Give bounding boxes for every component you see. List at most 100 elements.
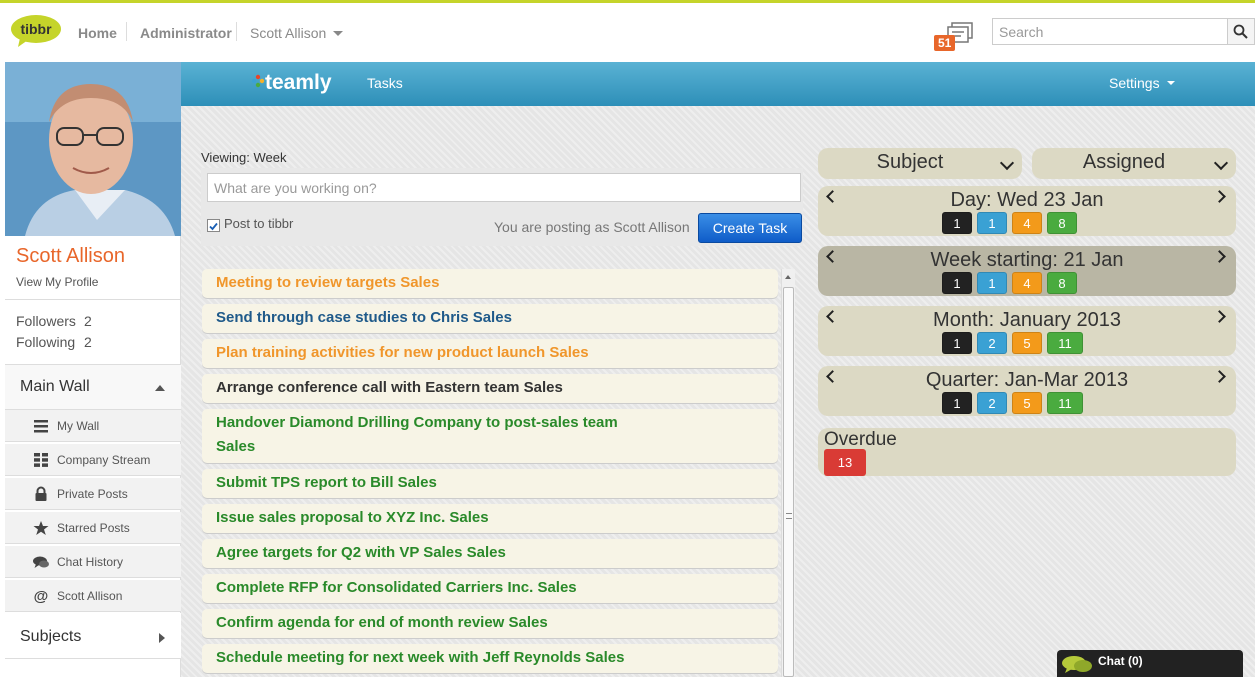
sidebar-item-my-wall[interactable]: My Wall xyxy=(5,410,181,442)
chat-label: Chat (0) xyxy=(1098,654,1143,668)
period-quarter[interactable]: Quarter: Jan-Mar 2013 1 2 5 11 xyxy=(818,366,1236,416)
posting-as-text: You are posting as Scott Allison xyxy=(494,219,690,235)
count-badge-green[interactable]: 8 xyxy=(1047,212,1077,234)
nav-home[interactable]: Home xyxy=(78,25,117,41)
teamly-header: teamly Tasks Settings xyxy=(181,62,1255,106)
notification-count-badge[interactable]: 51 xyxy=(934,35,956,51)
count-badge-green[interactable]: 11 xyxy=(1047,392,1083,414)
task-title[interactable]: Plan training activities for new product… xyxy=(216,341,656,365)
assigned-filter-dropdown[interactable]: Assigned xyxy=(1032,148,1236,179)
period-month[interactable]: Month: January 2013 1 2 5 11 xyxy=(818,306,1236,356)
search-icon xyxy=(1233,24,1248,39)
count-badge-orange[interactable]: 5 xyxy=(1012,332,1042,354)
sidebar-item-label: Company Stream xyxy=(57,453,151,467)
viewing-label: Viewing: Week xyxy=(201,150,287,165)
post-to-tibbr-label[interactable]: Post to tibbr xyxy=(224,216,293,231)
task-title[interactable]: Complete RFP for Consolidated Carriers I… xyxy=(216,576,656,600)
count-badge-green[interactable]: 8 xyxy=(1047,272,1077,294)
settings-menu[interactable]: Settings xyxy=(1109,75,1160,91)
task-compose-box: Post to tibbr You are posting as Scott A… xyxy=(201,168,803,246)
count-badge-orange[interactable]: 4 xyxy=(1012,272,1042,294)
task-title[interactable]: Submit TPS report to Bill Sales xyxy=(216,471,656,495)
overdue-section[interactable]: Overdue 13 xyxy=(818,428,1236,476)
task-title[interactable]: Issue sales proposal to XYZ Inc. Sales xyxy=(216,506,656,530)
sidebar-item-mentions[interactable]: @ Scott Allison xyxy=(5,580,181,612)
main-wall-section[interactable]: Main Wall xyxy=(5,364,181,410)
count-badge-blue[interactable]: 1 xyxy=(977,212,1007,234)
checkmark-icon xyxy=(209,222,218,231)
chat-bar[interactable]: Chat (0) xyxy=(1057,650,1243,677)
count-badge-blue[interactable]: 2 xyxy=(977,392,1007,414)
chevron-right-icon xyxy=(159,633,165,643)
task-input[interactable] xyxy=(207,173,801,202)
task-title[interactable]: Meeting to review targets Sales xyxy=(216,271,656,295)
count-badge-orange[interactable]: 4 xyxy=(1012,212,1042,234)
task-item[interactable]: Handover Diamond Drilling Company to pos… xyxy=(202,409,778,463)
following-count[interactable]: 2 xyxy=(84,334,92,350)
subject-filter-dropdown[interactable]: Subject xyxy=(818,148,1022,179)
task-item[interactable]: Confirm agenda for end of month review S… xyxy=(202,609,778,638)
task-title[interactable]: Handover Diamond Drilling Company to pos… xyxy=(216,411,656,459)
assigned-filter-label: Assigned xyxy=(1082,151,1166,173)
post-to-tibbr-checkbox[interactable] xyxy=(207,219,220,232)
count-badge-black[interactable]: 1 xyxy=(942,332,972,354)
divider xyxy=(5,299,181,300)
subjects-section[interactable]: Subjects xyxy=(5,613,181,659)
scroll-grip-icon xyxy=(786,513,792,519)
nav-divider xyxy=(236,22,237,41)
count-badge-blue[interactable]: 2 xyxy=(977,332,1007,354)
task-item[interactable]: Schedule meeting for next week with Jeff… xyxy=(202,644,778,673)
search-button[interactable] xyxy=(1227,18,1255,45)
tibbr-logo[interactable]: tibbr xyxy=(10,14,62,48)
chevron-down-icon[interactable] xyxy=(333,31,343,36)
avatar[interactable] xyxy=(5,62,181,236)
scroll-up-arrow-icon[interactable] xyxy=(785,275,791,279)
task-item[interactable]: Agree targets for Q2 with VP Sales Sales xyxy=(202,539,778,568)
task-title[interactable]: Agree targets for Q2 with VP Sales Sales xyxy=(216,541,656,565)
create-task-button[interactable]: Create Task xyxy=(698,213,802,243)
teamly-logo[interactable]: teamly xyxy=(249,71,332,95)
task-item[interactable]: Arrange conference call with Eastern tea… xyxy=(202,374,778,403)
task-item[interactable]: Issue sales proposal to XYZ Inc. Sales xyxy=(202,504,778,533)
count-badge-black[interactable]: 1 xyxy=(942,212,972,234)
task-item[interactable]: Meeting to review targets Sales xyxy=(202,269,778,298)
overdue-count-badge[interactable]: 13 xyxy=(824,449,866,476)
scrollbar-thumb[interactable] xyxy=(783,287,794,677)
count-badge-orange[interactable]: 5 xyxy=(1012,392,1042,414)
count-badge-blue[interactable]: 1 xyxy=(977,272,1007,294)
task-list: Meeting to review targets Sales Send thr… xyxy=(201,269,779,677)
task-title[interactable]: Send through case studies to Chris Sales xyxy=(216,306,656,330)
task-item[interactable]: Submit TPS report to Bill Sales xyxy=(202,469,778,498)
task-title[interactable]: Confirm agenda for end of month review S… xyxy=(216,611,656,635)
task-item[interactable]: Plan training activities for new product… xyxy=(202,339,778,368)
sidebar-item-starred-posts[interactable]: Starred Posts xyxy=(5,512,181,544)
view-profile-link[interactable]: View My Profile xyxy=(16,275,98,289)
sidebar-item-private-posts[interactable]: Private Posts xyxy=(5,478,181,510)
task-list-scrollbar[interactable] xyxy=(781,269,795,677)
task-title[interactable]: Arrange conference call with Eastern tea… xyxy=(216,376,656,400)
followers-count[interactable]: 2 xyxy=(84,313,92,329)
task-title[interactable]: Schedule meeting for next week with Jeff… xyxy=(216,646,656,670)
task-item[interactable]: Send through case studies to Chris Sales xyxy=(202,304,778,333)
sidebar-item-chat-history[interactable]: Chat History xyxy=(5,546,181,578)
period-week[interactable]: Week starting: 21 Jan 1 1 4 8 xyxy=(818,246,1236,296)
period-day[interactable]: Day: Wed 23 Jan 1 1 4 8 xyxy=(818,186,1236,236)
tasks-link[interactable]: Tasks xyxy=(367,75,403,91)
count-badge-green[interactable]: 11 xyxy=(1047,332,1083,354)
logo-text: tibbr xyxy=(20,21,52,37)
search-input[interactable] xyxy=(992,18,1228,45)
chevron-down-icon[interactable] xyxy=(1167,81,1175,85)
sidebar-item-company-stream[interactable]: Company Stream xyxy=(5,444,181,476)
nav-user-menu[interactable]: Scott Allison xyxy=(250,25,326,41)
count-badge-black[interactable]: 1 xyxy=(942,272,972,294)
nav-administrator[interactable]: Administrator xyxy=(140,25,232,41)
sidebar-item-label: My Wall xyxy=(57,419,100,433)
chat-bubble-icon xyxy=(33,556,49,568)
count-badge-black[interactable]: 1 xyxy=(942,392,972,414)
sidebar-item-label: Scott Allison xyxy=(57,589,123,603)
profile-name[interactable]: Scott Allison xyxy=(16,245,125,268)
main-content: teamly Tasks Settings Viewing: Week Post… xyxy=(181,62,1255,677)
followers-label[interactable]: Followers xyxy=(16,313,76,329)
task-item[interactable]: Complete RFP for Consolidated Carriers I… xyxy=(202,574,778,603)
following-label[interactable]: Following xyxy=(16,334,75,350)
